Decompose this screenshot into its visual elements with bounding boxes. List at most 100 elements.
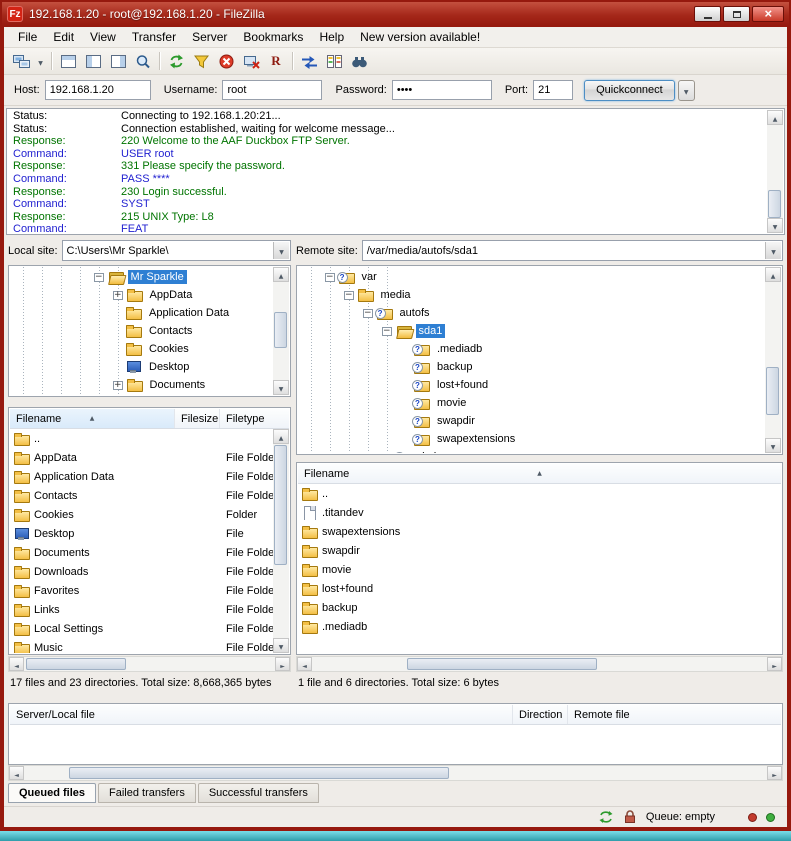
column-header-direction[interactable]: Direction — [513, 705, 568, 724]
quickconnect-dropdown[interactable] — [678, 80, 695, 101]
file-row[interactable]: AppDataFile Folder — [10, 448, 273, 467]
directory-comparison-button[interactable] — [322, 50, 346, 72]
scroll-left-button[interactable] — [9, 657, 24, 671]
file-row[interactable]: .mediadb — [298, 617, 781, 636]
scroll-down-button[interactable] — [767, 218, 783, 233]
column-header-server-local-file[interactable]: Server/Local file — [10, 705, 513, 724]
scroll-left-button[interactable] — [297, 657, 312, 671]
tree-item[interactable]: −Mr Sparkle — [10, 268, 272, 286]
log-scrollbar[interactable] — [767, 110, 783, 233]
file-row[interactable]: lost+found — [298, 579, 781, 598]
tree-item[interactable]: Contacts — [10, 322, 272, 340]
scrollbar-thumb[interactable] — [766, 367, 779, 415]
scroll-up-button[interactable] — [765, 267, 781, 282]
remote-list-hscrollbar[interactable] — [296, 656, 783, 672]
tab-queued-files[interactable]: Queued files — [8, 783, 96, 803]
remote-tree-scrollbar[interactable] — [765, 267, 781, 453]
expand-icon[interactable]: + — [113, 381, 123, 390]
tree-item[interactable]: movie — [298, 394, 764, 412]
tree-item[interactable]: .mediadb — [298, 340, 764, 358]
tree-item[interactable]: Desktop — [10, 358, 272, 376]
file-row[interactable]: FavoritesFile Folder — [10, 581, 273, 600]
column-header-filesize[interactable]: Filesize — [175, 409, 220, 428]
queue-hscrollbar[interactable] — [8, 765, 783, 781]
tree-item[interactable]: backup — [298, 358, 764, 376]
file-row[interactable]: MusicFile Folder — [10, 638, 273, 653]
scroll-left-button[interactable] — [9, 766, 24, 780]
file-row[interactable]: swapdir — [298, 541, 781, 560]
tree-item[interactable]: lost+found — [298, 376, 764, 394]
synchronized-browsing-button[interactable] — [297, 50, 321, 72]
file-row[interactable]: ContactsFile Folder — [10, 486, 273, 505]
tree-item[interactable]: −var — [298, 268, 764, 286]
menu-item-bookmarks[interactable]: Bookmarks — [235, 27, 311, 48]
toggle-local-tree-button[interactable] — [81, 50, 105, 72]
file-row[interactable]: CookiesFolder — [10, 505, 273, 524]
find-files-button[interactable] — [347, 50, 371, 72]
tree-item[interactable]: Application Data — [10, 304, 272, 322]
local-tree-scrollbar[interactable] — [273, 267, 289, 395]
file-row[interactable]: DownloadsFile Folder — [10, 562, 273, 581]
scrollbar-thumb[interactable] — [274, 312, 287, 348]
site-manager-button[interactable] — [9, 50, 33, 72]
menu-item-transfer[interactable]: Transfer — [124, 27, 184, 48]
collapse-icon[interactable]: − — [363, 309, 373, 318]
file-row[interactable]: .. — [298, 484, 781, 503]
scroll-right-button[interactable] — [767, 766, 782, 780]
host-input[interactable] — [45, 80, 151, 100]
cancel-operation-button[interactable] — [214, 50, 238, 72]
tree-item[interactable]: −sda1 — [298, 322, 764, 340]
local-site-combo[interactable]: C:\Users\Mr Sparkle\ — [62, 240, 291, 261]
username-input[interactable] — [222, 80, 322, 100]
disconnect-button[interactable] — [239, 50, 263, 72]
scrollbar-thumb[interactable] — [26, 658, 126, 670]
scroll-down-button[interactable] — [273, 638, 289, 653]
close-button[interactable] — [752, 6, 784, 22]
local-list-hscrollbar[interactable] — [8, 656, 291, 672]
collapse-icon[interactable]: − — [325, 273, 335, 282]
tree-item[interactable]: −autofs — [298, 304, 764, 322]
scrollbar-thumb[interactable] — [768, 190, 781, 218]
site-manager-dropdown[interactable] — [34, 50, 47, 72]
refresh-button[interactable] — [164, 50, 188, 72]
tree-item[interactable]: Cookies — [10, 340, 272, 358]
menu-item-edit[interactable]: Edit — [45, 27, 82, 48]
filename-filters-button[interactable] — [189, 50, 213, 72]
file-row[interactable]: DesktopFile — [10, 524, 273, 543]
collapse-icon[interactable]: − — [344, 291, 354, 300]
minimize-button[interactable] — [694, 6, 721, 22]
scrollbar-thumb[interactable] — [274, 445, 287, 565]
menu-item-file[interactable]: File — [10, 27, 45, 48]
remote-site-combo[interactable]: /var/media/autofs/sda1 — [362, 240, 783, 261]
scroll-down-button[interactable] — [765, 438, 781, 453]
column-header-filetype[interactable]: Filetype — [220, 409, 289, 428]
scrollbar-thumb[interactable] — [407, 658, 597, 670]
menu-item-server[interactable]: Server — [184, 27, 235, 48]
scroll-down-button[interactable] — [273, 380, 289, 395]
file-row[interactable]: swapextensions — [298, 522, 781, 541]
tree-item[interactable]: +Documents — [10, 376, 272, 394]
password-input[interactable] — [392, 80, 492, 100]
collapse-icon[interactable]: − — [382, 327, 392, 336]
reconnect-button[interactable]: R — [264, 50, 288, 72]
scrollbar-thumb[interactable] — [69, 767, 449, 779]
menu-item-help[interactable]: Help — [311, 27, 352, 48]
tree-item[interactable]: −media — [298, 286, 764, 304]
scroll-right-button[interactable] — [767, 657, 782, 671]
expand-icon[interactable]: + — [113, 291, 123, 300]
toggle-message-log-button[interactable] — [56, 50, 80, 72]
menu-item-new-version-available[interactable]: New version available! — [352, 27, 488, 48]
tree-item[interactable]: +AppData — [10, 286, 272, 304]
scroll-up-button[interactable] — [273, 429, 289, 444]
file-row[interactable]: backup — [298, 598, 781, 617]
tab-failed-transfers[interactable]: Failed transfers — [98, 783, 196, 803]
combo-dropdown-button[interactable] — [273, 242, 289, 259]
title-bar[interactable]: Fz 192.168.1.20 - root@192.168.1.20 - Fi… — [2, 2, 789, 26]
tree-item[interactable]: swapdir — [298, 412, 764, 430]
file-row[interactable]: DocumentsFile Folder — [10, 543, 273, 562]
scroll-right-button[interactable] — [275, 657, 290, 671]
file-row[interactable]: Application DataFile Folder — [10, 467, 273, 486]
file-row[interactable]: .titandev — [298, 503, 781, 522]
scroll-up-button[interactable] — [767, 110, 783, 125]
collapse-icon[interactable]: − — [94, 273, 104, 282]
